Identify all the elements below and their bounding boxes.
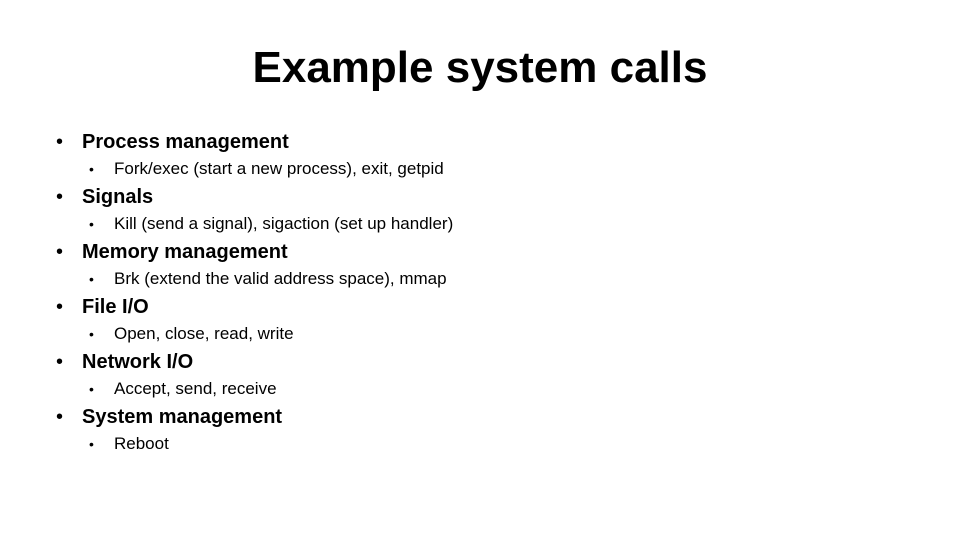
bullet-icon: • <box>56 241 64 263</box>
sub-item-label: Fork/exec (start a new process), exit, g… <box>114 159 444 178</box>
bullet-icon: • <box>89 381 94 397</box>
sub-item-label: Reboot <box>114 434 169 453</box>
bullet-icon: • <box>56 131 64 153</box>
bullet-icon: • <box>89 326 94 342</box>
item-label: System management <box>82 406 283 428</box>
item-label: Signals <box>82 186 154 208</box>
bullet-icon: • <box>89 161 94 177</box>
item-label: Memory management <box>82 241 288 263</box>
sub-item-label: Brk (extend the valid address space), mm… <box>114 269 447 288</box>
bullet-icon: • <box>89 216 94 232</box>
item-label: File I/O <box>82 296 149 318</box>
slide-title: Example system calls <box>252 43 708 92</box>
bullet-icon: • <box>56 406 64 428</box>
bullet-icon: • <box>56 351 64 373</box>
sub-item-label: Kill (send a signal), sigaction (set up … <box>114 214 454 233</box>
item-label: Network I/O <box>82 351 194 373</box>
sub-item-label: Open, close, read, write <box>114 324 294 343</box>
bullet-icon: • <box>56 296 64 318</box>
bullet-icon: • <box>89 436 94 452</box>
item-label: Process management <box>82 131 289 153</box>
bullet-icon: • <box>89 271 94 287</box>
bullet-icon: • <box>56 186 64 208</box>
sub-item-label: Accept, send, receive <box>114 379 277 398</box>
